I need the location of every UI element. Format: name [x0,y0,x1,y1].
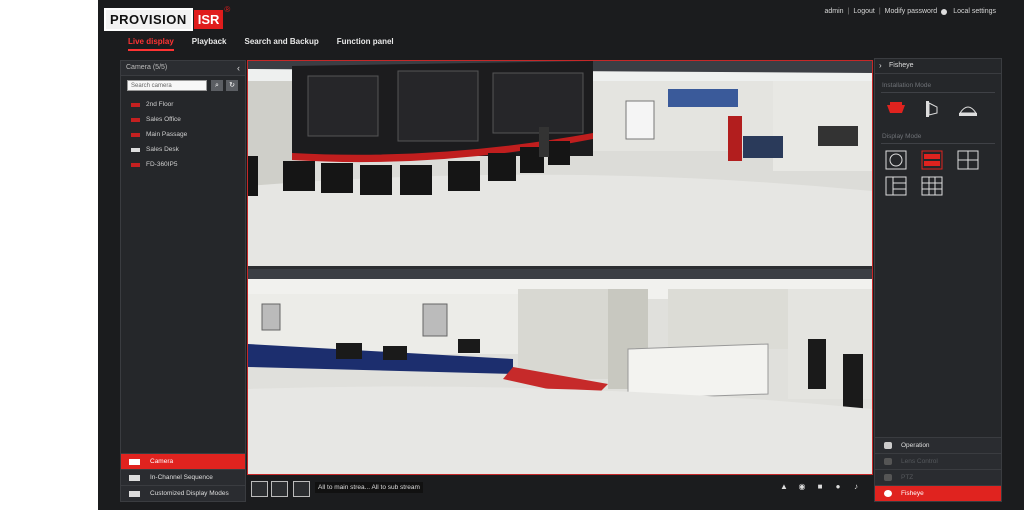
tab-live-display[interactable]: Live display [128,37,174,51]
fullscreen-icon[interactable] [293,481,310,497]
expand-chevron-icon[interactable]: › [879,59,882,73]
list-item[interactable]: 2nd Floor [131,97,187,112]
screen-layout-icon[interactable] [251,481,268,497]
fisheye-panorama-top[interactable] [248,61,872,266]
top-bar: PROVISION ISR ® admin | Logout | Modify … [98,0,1024,51]
sequence-label: In-Channel Sequence [150,474,213,481]
list-item[interactable]: Sales Office [131,112,187,127]
local-settings-link[interactable]: Local settings [953,8,996,15]
panorama-2p-icon[interactable] [921,150,943,170]
refresh-icon[interactable]: ↻ [226,80,238,91]
wall-mount-icon[interactable] [921,99,943,119]
logo-isr: ISR [193,9,224,29]
camera-icon [129,458,140,465]
camera-panel-header: Camera (5/5) ‹ [121,61,245,76]
ceiling-mount-icon[interactable] [885,99,907,119]
fisheye-panel-header: › Fisheye [875,59,1001,74]
rec-icon[interactable]: ● [833,481,843,492]
lens-control-label: Lens Control [901,458,938,465]
fisheye-circle-icon[interactable] [885,150,907,170]
camera-panel: Camera (5/5) ‹ Search camera ⌕ ↻ 2nd Flo… [120,60,246,502]
grid-9-icon[interactable] [921,176,943,196]
nvr-app: PROVISION ISR ® admin | Logout | Modify … [98,0,1024,510]
tab-search-backup[interactable]: Search and Backup [245,37,319,51]
logout-link[interactable]: Logout [853,8,874,15]
brand-logo: PROVISION ISR ® [104,4,231,31]
camera-name: 2nd Floor [146,101,174,108]
fisheye-panorama-bottom[interactable] [248,269,872,474]
quad-view-icon[interactable] [957,150,979,170]
operation-label: Operation [901,442,930,449]
search-input[interactable]: Search camera [127,80,207,91]
collapse-chevron-icon[interactable]: ‹ [237,61,240,75]
eye-icon [884,490,892,497]
fisheye-plus-3-icon[interactable] [885,176,907,196]
left-bottom-menu: Camera In-Channel Sequence Customized Di… [121,453,245,501]
list-item[interactable]: FD-360IP5 [131,157,187,172]
gear-icon [941,8,948,15]
monitor-icon[interactable] [271,481,288,497]
grid-icon [129,490,140,497]
logo-provision: PROVISION [104,7,193,31]
camera-icon [131,162,140,167]
ptz-button[interactable]: PTZ [875,469,1001,485]
alarm-bell-icon[interactable]: ▲ [779,481,789,492]
camera-list: 2nd Floor Sales Office Main Passage Sale… [131,97,187,172]
camera-name: Sales Desk [146,146,179,153]
lens-icon [884,458,892,465]
customized-display-modes-button[interactable]: Customized Display Modes [121,485,245,501]
tab-function-panel[interactable]: Function panel [337,37,394,51]
list-item[interactable]: Main Passage [131,127,187,142]
right-bottom-menu: Operation Lens Control PTZ Fisheye [875,437,1001,501]
camera-icon [131,132,140,137]
search-icon[interactable]: ⌕ [211,80,223,91]
video-toolbar: All to main strea... All to sub stream ▲… [247,477,871,499]
tab-playback[interactable]: Playback [192,37,227,51]
all-to-main-stream-button[interactable]: All to main strea... [318,484,370,491]
operation-icon [884,442,892,449]
microphone-icon[interactable]: ♪ [851,481,861,492]
all-to-sub-stream-button[interactable]: All to sub stream [371,484,419,491]
record-camera-icon[interactable]: ■ [815,481,825,492]
desktop-mount-icon[interactable] [957,99,979,119]
camera-name: Main Passage [146,131,188,138]
list-item[interactable]: Sales Desk [131,142,187,157]
user-link[interactable]: admin [825,8,844,15]
display-mode-options-row1 [875,144,1001,176]
right-toolbar-icons: ▲ ◉ ■ ● ♪ [779,481,861,492]
lens-control-button[interactable]: Lens Control [875,453,1001,469]
ptz-icon [884,474,892,481]
camera-menu-label: Camera [150,458,174,465]
operation-button[interactable]: Operation [875,437,1001,453]
display-mode-label: Display Mode [882,133,922,140]
video-frame-top [248,61,872,266]
top-links: admin | Logout | Modify password Local s… [824,8,997,15]
camera-menu-button[interactable]: Camera [121,453,245,469]
modify-password-link[interactable]: Modify password [885,8,938,15]
fisheye-title: Fisheye [889,62,914,69]
logo-registered: ® [224,4,231,14]
video-frame-bottom [248,269,872,474]
display-mode-options-row2 [875,176,1001,202]
installation-mode-options [875,93,1001,125]
display-modes-label: Customized Display Modes [150,490,229,497]
ptz-label: PTZ [901,474,914,481]
in-channel-sequence-button[interactable]: In-Channel Sequence [121,469,245,485]
camera-icon [131,147,140,152]
disarm-icon[interactable]: ◉ [797,481,807,492]
camera-icon [131,102,140,107]
camera-name: Sales Office [146,116,181,123]
camera-icon [131,117,140,122]
stream-buttons: All to main strea... All to sub stream [315,482,423,493]
camera-name: FD-360IP5 [146,161,178,168]
fisheye-label: Fisheye [901,490,924,497]
main-nav: Live display Playback Search and Backup … [128,37,394,51]
camera-count-title: Camera (5/5) [126,64,168,71]
sequence-icon [129,474,140,481]
fisheye-panel: › Fisheye Installation Mode Display Mode [874,58,1002,502]
fisheye-button[interactable]: Fisheye [875,485,1001,501]
live-video-area[interactable] [247,60,873,475]
installation-mode-label: Installation Mode [882,82,932,89]
